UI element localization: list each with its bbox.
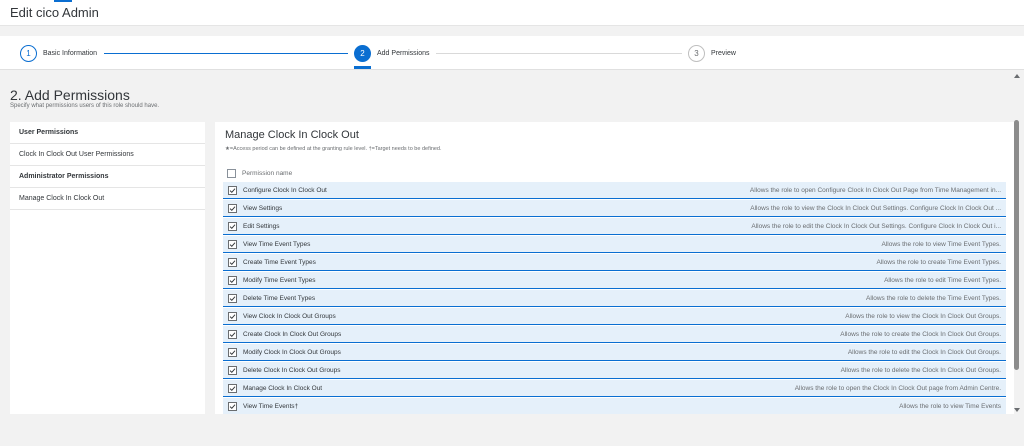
permission-name: Delete Clock In Clock Out Groups bbox=[243, 366, 341, 374]
permission-row[interactable]: View Time Event Types Allows the role to … bbox=[223, 236, 1006, 253]
checkmark-icon bbox=[229, 259, 236, 265]
permission-name: Modify Clock In Clock Out Groups bbox=[243, 348, 341, 356]
permission-checkbox[interactable] bbox=[228, 221, 237, 231]
checkmark-icon bbox=[229, 403, 236, 409]
permission-description: Allows the role to edit the Clock In Clo… bbox=[751, 222, 1001, 230]
permission-checkbox[interactable] bbox=[228, 239, 237, 249]
section-title: 2. Add Permissions bbox=[10, 87, 130, 103]
permission-name: View Settings bbox=[243, 204, 283, 212]
permission-name: Configure Clock In Clock Out bbox=[243, 186, 327, 194]
active-step-indicator bbox=[354, 66, 371, 69]
permission-description: Allows the role to open Configure Clock … bbox=[749, 186, 1001, 194]
checkmark-icon bbox=[229, 349, 236, 355]
permission-checkbox[interactable] bbox=[228, 275, 237, 285]
category-group-user: User Permissions bbox=[10, 122, 205, 144]
permission-name: Manage Clock In Clock Out bbox=[243, 384, 323, 392]
permission-row[interactable]: Create Time Event Types Allows the role t… bbox=[223, 254, 1006, 271]
permission-description: Allows the role to delete the Clock In C… bbox=[840, 366, 1001, 374]
permission-description: Allows the role to view Time Events bbox=[899, 402, 1001, 410]
permission-checkbox[interactable] bbox=[228, 293, 237, 303]
permission-name: Modify Time Event Types bbox=[243, 276, 316, 284]
permission-header: Permission name bbox=[227, 166, 292, 180]
checkmark-icon bbox=[229, 223, 236, 229]
permission-list: Configure Clock In Clock Out Allows the r… bbox=[223, 182, 1006, 414]
permission-row[interactable]: Delete Clock In Clock Out Groups Allows t… bbox=[223, 362, 1006, 379]
permission-description: Allows the role to view Time Event Types… bbox=[881, 240, 1001, 248]
permission-row[interactable]: Delete Time Event Types Allows the role t… bbox=[223, 290, 1006, 307]
permission-name: Create Time Event Types bbox=[243, 258, 316, 266]
wizard-connector bbox=[104, 53, 348, 54]
permission-checkbox[interactable] bbox=[228, 329, 237, 339]
permission-row[interactable]: View Time Events† Allows the role to view… bbox=[223, 398, 1006, 414]
permission-name: View Time Events† bbox=[243, 402, 299, 410]
step-label: Preview bbox=[711, 49, 736, 57]
permission-description: Allows the role to view the Clock In Clo… bbox=[750, 204, 1001, 212]
checkmark-icon bbox=[229, 295, 236, 301]
permission-name: Create Clock In Clock Out Groups bbox=[243, 330, 342, 338]
permission-description: Allows the role to create the Clock In C… bbox=[840, 330, 1001, 338]
permission-description: Allows the role to view the Clock In Clo… bbox=[845, 312, 1001, 320]
checkmark-icon bbox=[229, 367, 236, 373]
permission-row[interactable]: View Settings Allows the role to view the… bbox=[223, 200, 1006, 217]
permission-checkbox[interactable] bbox=[228, 185, 237, 195]
permission-checkbox[interactable] bbox=[228, 257, 237, 267]
permission-description: Allows the role to create Time Event Typ… bbox=[876, 258, 1001, 266]
header-accent-line bbox=[54, 0, 72, 2]
permission-description: Allows the role to edit Time Event Types… bbox=[884, 276, 1001, 284]
wizard-step-preview[interactable]: 3 Preview bbox=[688, 44, 736, 62]
permission-description: Allows the role to open the Clock In Clo… bbox=[794, 384, 1001, 392]
wizard-connector bbox=[436, 53, 682, 54]
panel-note: ★=Access period can be defined at the gr… bbox=[225, 146, 442, 152]
panel-title: Manage Clock In Clock Out bbox=[225, 129, 359, 141]
category-group-administrator: Administrator Permissions bbox=[10, 166, 205, 188]
permission-row[interactable]: Manage Clock In Clock Out Allows the role… bbox=[223, 380, 1006, 397]
permission-checkbox[interactable] bbox=[228, 347, 237, 357]
permission-checkbox[interactable] bbox=[228, 401, 237, 411]
scrollbar-thumb[interactable] bbox=[1014, 120, 1019, 370]
permission-checkbox[interactable] bbox=[228, 311, 237, 321]
wizard-progress-bar: 1 Basic Information 2 Add Permissions 3 … bbox=[0, 36, 1024, 70]
permission-row[interactable]: Modify Clock In Clock Out Groups Allows t… bbox=[223, 344, 1006, 361]
checkmark-icon bbox=[229, 331, 236, 337]
permission-details-panel: Manage Clock In Clock Out ★=Access perio… bbox=[215, 122, 1014, 414]
category-item-manage-clock[interactable]: Manage Clock In Clock Out bbox=[10, 188, 205, 210]
checkmark-icon bbox=[229, 241, 236, 247]
permission-description: Allows the role to delete the Time Event… bbox=[865, 294, 1001, 302]
wizard-step-basic-information[interactable]: 1 Basic Information bbox=[20, 44, 97, 62]
permission-header-label: Permission name bbox=[242, 169, 293, 177]
checkmark-icon bbox=[229, 277, 236, 283]
page-header: Edit cico Admin bbox=[0, 0, 1024, 26]
permission-row[interactable]: Create Clock In Clock Out Groups Allows t… bbox=[223, 326, 1006, 343]
permission-name: Edit Settings bbox=[243, 222, 280, 230]
permission-checkbox[interactable] bbox=[228, 383, 237, 393]
permission-row[interactable]: Configure Clock In Clock Out Allows the r… bbox=[223, 182, 1006, 199]
permission-row[interactable]: Modify Time Event Types Allows the role t… bbox=[223, 272, 1006, 289]
permission-row[interactable]: Edit Settings Allows the role to edit the… bbox=[223, 218, 1006, 235]
permission-checkbox[interactable] bbox=[228, 203, 237, 213]
wizard-step-add-permissions[interactable]: 2 Add Permissions bbox=[354, 44, 430, 62]
category-item-clock-user-permissions[interactable]: Clock In Clock Out User Permissions bbox=[10, 144, 205, 166]
permission-category-list: User Permissions Clock In Clock Out User… bbox=[10, 122, 205, 414]
page-title: Edit cico Admin bbox=[10, 5, 99, 20]
permission-checkbox[interactable] bbox=[228, 365, 237, 375]
step-label: Add Permissions bbox=[377, 49, 430, 57]
step-number: 2 bbox=[354, 44, 371, 62]
select-all-checkbox[interactable] bbox=[227, 168, 236, 178]
step-label: Basic Information bbox=[43, 49, 98, 57]
step-number: 3 bbox=[688, 44, 705, 62]
step-number: 1 bbox=[20, 44, 37, 62]
section-subtitle: Specify what permissions users of this r… bbox=[10, 103, 160, 109]
scroll-down-icon[interactable] bbox=[1014, 408, 1020, 412]
permission-row[interactable]: View Clock In Clock Out Groups Allows the… bbox=[223, 308, 1006, 325]
checkmark-icon bbox=[229, 313, 236, 319]
scroll-up-icon[interactable] bbox=[1014, 74, 1020, 78]
checkmark-icon bbox=[229, 187, 236, 193]
page-scrollbar[interactable] bbox=[1012, 72, 1022, 414]
permission-name: View Clock In Clock Out Groups bbox=[243, 312, 336, 320]
permission-name: View Time Event Types bbox=[243, 240, 311, 248]
checkmark-icon bbox=[229, 205, 236, 211]
permission-description: Allows the role to edit the Clock In Clo… bbox=[847, 348, 1001, 356]
permission-name: Delete Time Event Types bbox=[243, 294, 316, 302]
checkmark-icon bbox=[229, 385, 236, 391]
